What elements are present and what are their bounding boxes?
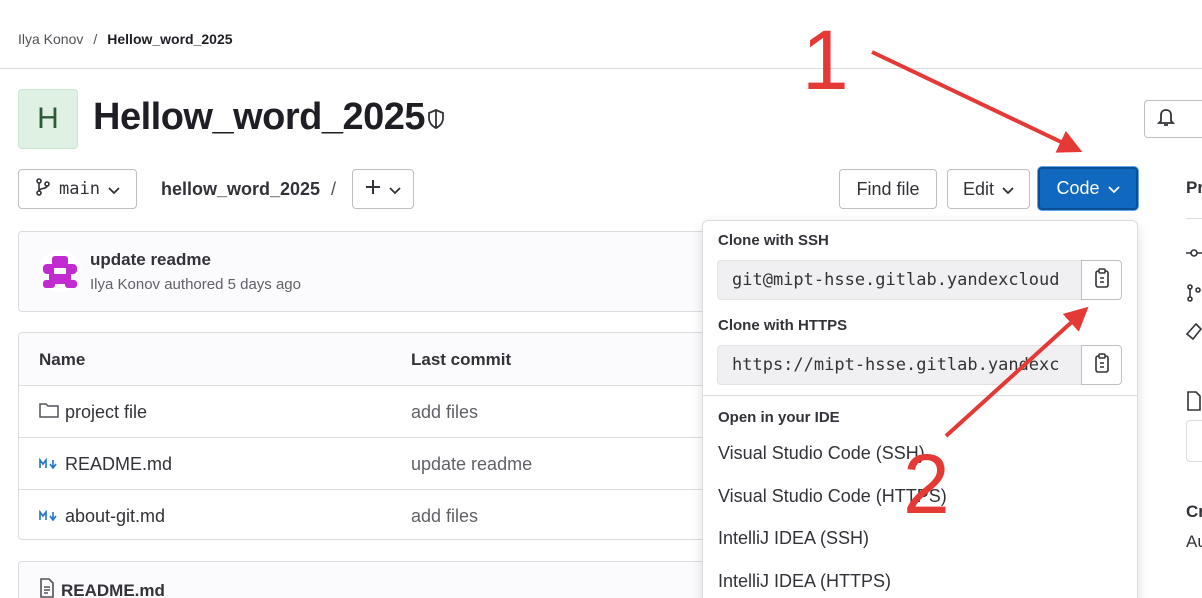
table-row[interactable]: README.md update readme [19, 437, 717, 489]
branch-selector[interactable]: main [18, 169, 137, 209]
clipboard-icon [1094, 267, 1110, 293]
file-last-commit[interactable]: add files [411, 402, 478, 423]
find-file-button[interactable]: Find file [839, 169, 937, 209]
page-title: Hellow_word_2025 [93, 96, 426, 138]
file-name-cell[interactable]: about-git.md [39, 506, 165, 527]
commit-meta: Ilya Konov authored 5 days ago [90, 276, 301, 293]
last-commit-panel: update readme Ilya Konov authored 5 days… [18, 231, 718, 312]
chevron-down-icon [389, 179, 401, 200]
readme-panel: README.md [18, 561, 718, 598]
branch-icon[interactable] [1186, 284, 1202, 307]
add-button[interactable] [352, 169, 414, 209]
readme-title: README.md [61, 580, 165, 598]
column-last-commit-header: Last commit [411, 350, 512, 369]
notifications-button[interactable] [1144, 100, 1202, 138]
sidebar-button[interactable] [1186, 420, 1202, 462]
ide-item-intellij-ssh[interactable]: IntelliJ IDEA (SSH) [718, 528, 869, 549]
clone-ssh-label: Clone with SSH [718, 232, 829, 249]
breadcrumb-user[interactable]: Ilya Konov [18, 31, 83, 47]
commit-author[interactable]: Ilya Konov [90, 276, 160, 293]
clone-https-input[interactable]: https://mipt-hsse.gitlab.yandexc [717, 345, 1081, 385]
clone-ssh-input[interactable]: git@mipt-hsse.gitlab.yandexcloud [717, 260, 1081, 300]
code-button[interactable]: Code [1038, 167, 1138, 210]
ide-item-vscode-ssh[interactable]: Visual Studio Code (SSH) [718, 443, 925, 464]
chevron-down-icon [108, 179, 120, 200]
sidebar-subheading: Cr [1186, 502, 1202, 521]
markdown-icon [39, 506, 59, 527]
code-label: Code [1056, 178, 1100, 198]
column-name-header: Name [39, 350, 86, 369]
file-icon [39, 578, 55, 598]
sidebar-text: Au [1186, 532, 1202, 551]
sidebar-heading: Pr [1186, 178, 1202, 197]
copy-ssh-button[interactable] [1081, 260, 1122, 300]
readme-title-row: README.md [39, 578, 165, 598]
branch-name: main [59, 179, 100, 199]
author-avatar[interactable] [39, 250, 81, 292]
table-row[interactable]: about-git.md add files [19, 489, 717, 539]
file-table: Name Last commit project file add files … [18, 332, 718, 540]
project-avatar: H [18, 89, 78, 149]
project-avatar-letter: H [37, 102, 59, 135]
file-icon[interactable] [1186, 391, 1202, 416]
breadcrumb-separator: / [93, 31, 98, 47]
bell-icon [1156, 107, 1176, 132]
table-header: Name Last commit [19, 333, 717, 385]
file-name-cell[interactable]: README.md [39, 454, 172, 475]
table-row[interactable]: project file add files [19, 385, 717, 437]
copy-https-button[interactable] [1081, 345, 1122, 385]
chevron-down-icon [1107, 178, 1120, 199]
file-last-commit[interactable]: add files [411, 506, 478, 527]
commit-time: authored 5 days ago [164, 276, 301, 293]
ide-item-intellij-https[interactable]: IntelliJ IDEA (HTTPS) [718, 571, 891, 592]
annotation-number-1: 1 [802, 13, 849, 107]
file-name: project file [65, 402, 148, 422]
file-name: README.md [65, 454, 173, 474]
commit-icon[interactable] [1186, 246, 1202, 264]
file-name: about-git.md [65, 506, 166, 526]
file-name-cell[interactable]: project file [39, 402, 147, 423]
path-separator: / [331, 179, 337, 199]
repo-path[interactable]: hellow_word_2025 [161, 179, 320, 200]
clone-dropdown: Clone with SSH git@mipt-hsse.gitlab.yand… [702, 220, 1138, 598]
plus-icon [365, 179, 381, 200]
markdown-icon [39, 454, 59, 475]
branch-icon [35, 177, 51, 201]
edit-button[interactable]: Edit [947, 169, 1030, 209]
annotation-number-2: 2 [903, 437, 950, 531]
breadcrumb-project[interactable]: Hellow_word_2025 [107, 31, 232, 47]
chevron-down-icon [1002, 179, 1014, 200]
shield-icon [427, 109, 445, 134]
sidebar-divider [1186, 218, 1202, 219]
clipboard-icon [1094, 352, 1110, 378]
clone-https-label: Clone with HTTPS [718, 317, 848, 334]
file-last-commit[interactable]: update readme [411, 454, 532, 475]
commit-title[interactable]: update readme [90, 250, 211, 270]
breadcrumb: Ilya Konov / Hellow_word_2025 [18, 31, 233, 47]
edit-label: Edit [962, 178, 995, 199]
tag-icon[interactable] [1185, 322, 1202, 346]
arrow-to-code-button [871, 50, 1083, 153]
folder-icon [39, 402, 59, 423]
header-divider [0, 68, 1202, 69]
dropdown-divider [703, 395, 1137, 396]
open-ide-label: Open in your IDE [718, 409, 840, 426]
